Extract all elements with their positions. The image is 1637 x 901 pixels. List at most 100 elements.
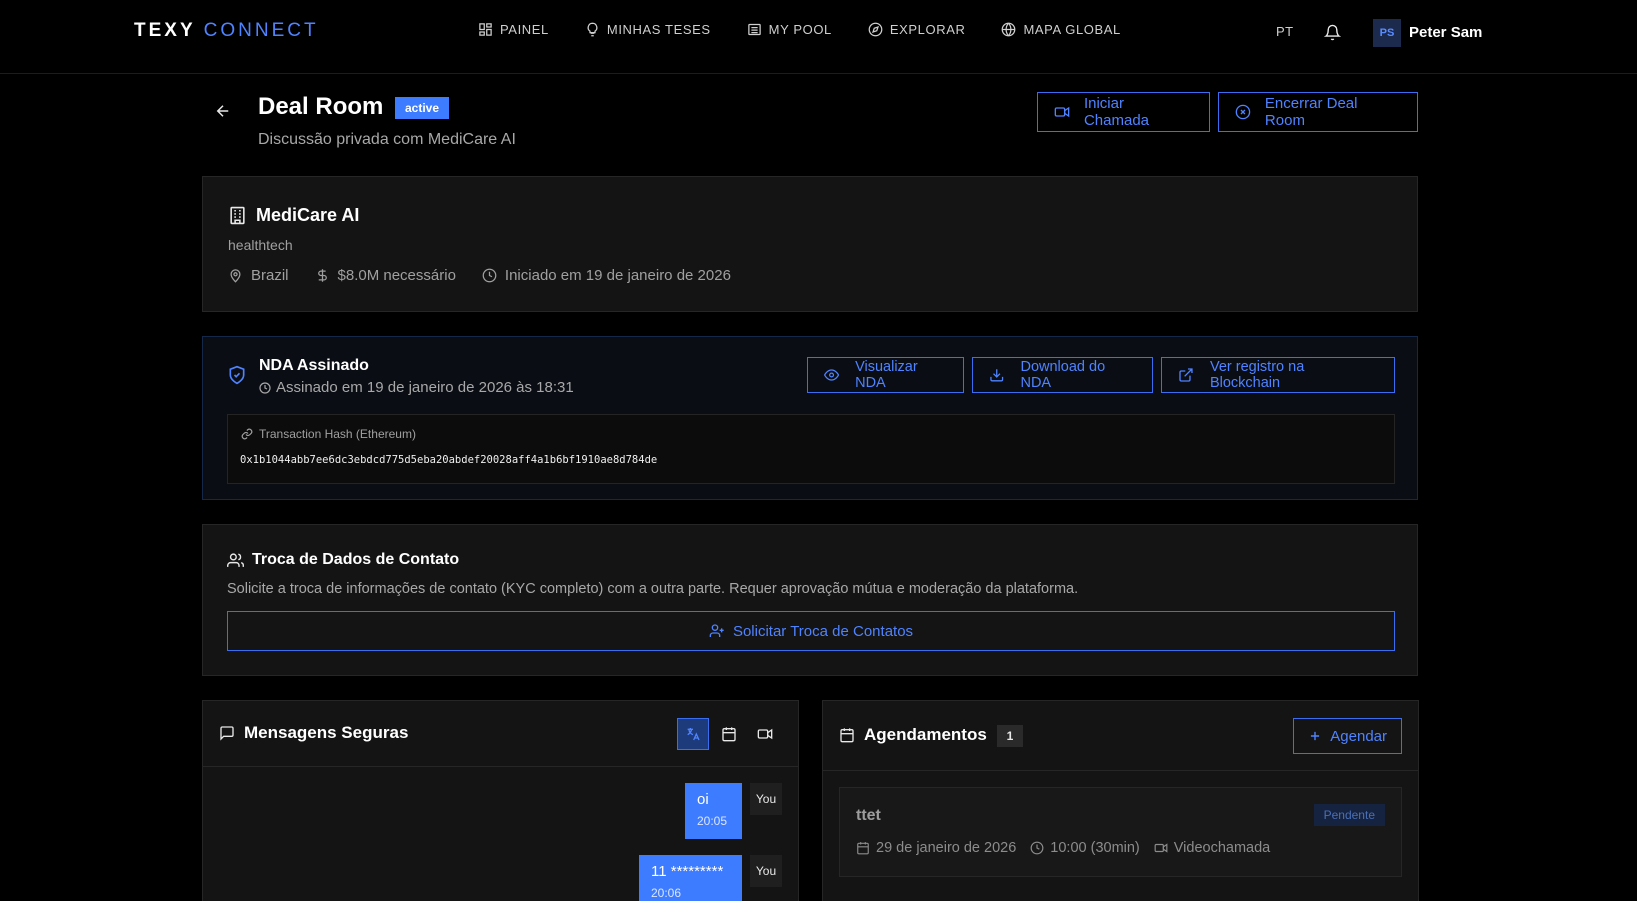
calendar-icon [722, 727, 736, 742]
user-name[interactable]: Peter Sam [1409, 24, 1482, 41]
calendar-button[interactable] [713, 718, 745, 750]
message-text: 11 ********* [651, 863, 724, 880]
nda-card: NDA Assinado Assinado em 19 de janeiro d… [202, 336, 1418, 500]
hash-label: Transaction Hash (Ethereum) [241, 427, 416, 441]
page-title: Deal Room [258, 93, 384, 120]
view-blockchain-button[interactable]: Ver registro na Blockchain [1161, 357, 1395, 393]
message-time: 20:06 [651, 886, 682, 900]
plus-icon [1311, 731, 1320, 741]
company-started: Iniciado em 19 de janeiro de 2026 [482, 267, 731, 284]
building-icon [230, 206, 245, 225]
contact-exchange-card: Troca de Dados de Contato Solicite a tro… [202, 524, 1418, 676]
top-navbar: TEXY CONNECT PAINEL MINHAS TESES MY POOL… [0, 0, 1637, 74]
appointment-date: 29 de janeiro de 2026 [856, 840, 1016, 856]
nav-item-label: EXPLORAR [889, 22, 966, 37]
download-nda-label: Download do NDA [1020, 359, 1106, 391]
appointment-title: ttet [856, 807, 881, 824]
calendar-icon [857, 842, 869, 855]
company-country: Brazil [228, 267, 289, 284]
nav-item-explorar[interactable]: EXPLORAR [868, 22, 966, 37]
start-call-button[interactable]: Iniciar Chamada [1037, 92, 1210, 132]
eye-icon [824, 369, 840, 381]
add-schedule-label: Agendar [1330, 727, 1387, 745]
nda-signed-date: Assinado em 19 de janeiro de 2026 às 18:… [259, 379, 574, 396]
view-nda-button[interactable]: Visualizar NDA [807, 357, 964, 393]
start-call-label: Iniciar Chamada [1083, 95, 1150, 129]
messages-panel: Mensagens Seguras oi 20:05 You 11 ******… [202, 700, 799, 901]
hash-value[interactable]: 0x1b1044abb7ee6dc3ebdcd775d5eba20abdef20… [240, 454, 657, 466]
message-sender: You [750, 783, 782, 815]
appointment-meta: 29 de janeiro de 2026 10:00 (30min) Vide… [856, 840, 1270, 856]
appointment-time: 10:00 (30min) [1030, 840, 1140, 856]
map-pin-icon [230, 269, 241, 283]
calendar-icon [840, 728, 854, 743]
nav-item-painel[interactable]: PAINEL [478, 22, 549, 37]
download-nda-button[interactable]: Download do NDA [972, 357, 1153, 393]
request-contact-exchange-label: Solicitar Troca de Contatos [732, 622, 914, 640]
message-bubble: oi 20:05 [685, 783, 742, 839]
add-schedule-button[interactable]: Agendar [1293, 718, 1402, 754]
video-camera-icon [1054, 106, 1070, 118]
shield-check-icon [229, 365, 245, 385]
appointment-time-text: 10:00 (30min) [1050, 840, 1140, 856]
company-sector: healthtech [228, 237, 293, 253]
message-square-icon [220, 726, 234, 741]
link-icon [241, 428, 253, 440]
transaction-hash-box: Transaction Hash (Ethereum) 0x1b1044abb7… [227, 414, 1395, 484]
archive-icon [747, 23, 761, 36]
message-bubble: 11 ********* 20:06 [639, 855, 742, 901]
message-text: oi [697, 791, 709, 808]
brand-logo[interactable]: TEXY CONNECT [134, 20, 319, 42]
view-nda-label: Visualizar NDA [855, 359, 918, 391]
clock-icon [1030, 841, 1044, 855]
language-switcher[interactable]: PT [1276, 24, 1294, 39]
page-subtitle: Discussão privada com MediCare AI [258, 131, 516, 148]
company-name: MediCare AI [228, 205, 359, 226]
nav-item-label: MY POOL [768, 22, 832, 37]
video-button[interactable] [749, 718, 781, 750]
message-time: 20:05 [697, 814, 728, 828]
company-country-text: Brazil [251, 267, 289, 284]
contact-exchange-description: Solicite a troca de informações de conta… [227, 581, 1079, 597]
avatar[interactable]: PS [1373, 19, 1401, 47]
company-started-text: Iniciado em 19 de janeiro de 2026 [504, 267, 731, 284]
schedule-title: Agendamentos [839, 725, 987, 745]
nav-item-minhas-teses[interactable]: MINHAS TESES [585, 22, 711, 37]
appointment-item[interactable]: ttet Pendente 29 de janeiro de 2026 10:0… [839, 787, 1402, 877]
brand-logo-part2: CONNECT [203, 20, 319, 41]
download-icon [990, 369, 1004, 382]
translate-icon [687, 728, 700, 741]
request-contact-exchange-button[interactable]: Solicitar Troca de Contatos [227, 611, 1395, 651]
appointment-status-badge: Pendente [1313, 804, 1385, 826]
appointment-type: Videochamada [1154, 840, 1270, 856]
schedule-header: Agendamentos 1 Agendar [823, 701, 1418, 771]
messages-title: Mensagens Seguras [219, 723, 408, 743]
back-arrow-icon[interactable] [214, 102, 232, 120]
contact-exchange-title: Troca de Dados de Contato [227, 551, 459, 569]
nav-item-mapa-global[interactable]: MAPA GLOBAL [1001, 22, 1120, 37]
nav-item-my-pool[interactable]: MY POOL [747, 22, 832, 37]
nda-title: NDA Assinado [259, 357, 369, 374]
appointment-date-text: 29 de janeiro de 2026 [876, 840, 1017, 856]
globe-icon [1002, 22, 1016, 37]
bell-icon[interactable] [1324, 24, 1341, 41]
close-deal-room-button[interactable]: Encerrar Deal Room [1218, 92, 1418, 132]
view-blockchain-label: Ver registro na Blockchain [1209, 359, 1305, 391]
compass-icon [868, 22, 883, 37]
video-camera-icon [757, 728, 773, 740]
brand-logo-part1: TEXY [134, 20, 196, 41]
close-deal-room-label: Encerrar Deal Room [1264, 95, 1358, 129]
nav-item-label: PAINEL [500, 22, 549, 37]
users-icon [227, 552, 244, 567]
company-card: MediCare AI healthtech Brazil $8.0M nece… [202, 176, 1418, 312]
schedule-count-badge: 1 [997, 725, 1023, 747]
nav-item-label: MINHAS TESES [606, 22, 711, 37]
dollar-icon [317, 269, 327, 282]
message-sender: You [750, 855, 782, 887]
grid-icon [479, 23, 492, 36]
company-meta: Brazil $8.0M necessário Iniciado em 19 d… [228, 267, 731, 284]
translate-button[interactable] [677, 718, 709, 750]
appointment-type-text: Videochamada [1173, 840, 1271, 856]
company-funding: $8.0M necessário [315, 267, 456, 284]
hash-label-text: Transaction Hash (Ethereum) [259, 427, 416, 441]
